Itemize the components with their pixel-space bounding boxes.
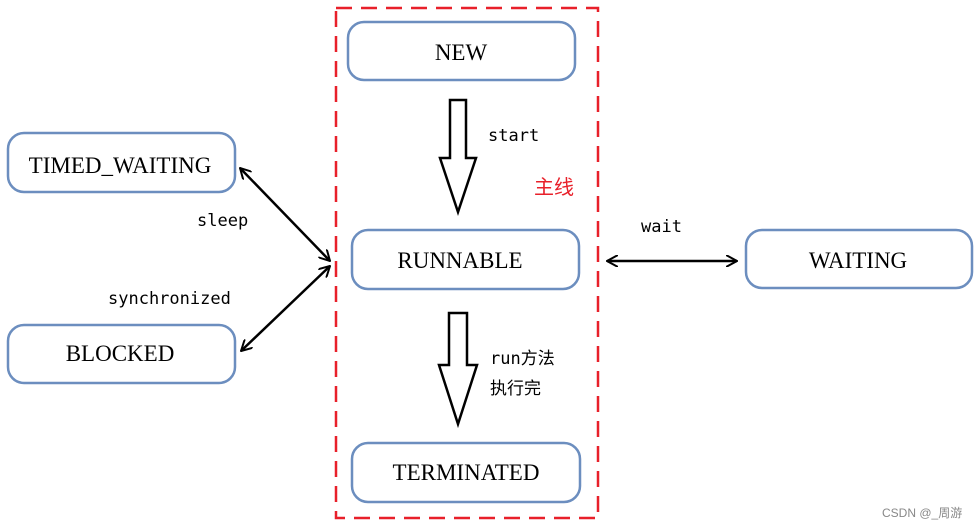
state-blocked: BLOCKED (6, 323, 237, 385)
main-line-label: 主线 (534, 175, 574, 199)
state-runnable: RUNNABLE (350, 228, 581, 291)
state-waiting: WAITING (744, 228, 974, 290)
thread-state-diagram: 主线 NEW TIMED_WAITING RUNNABLE WAITING BL… (6, 6, 974, 520)
state-timed-waiting: TIMED_WAITING (6, 131, 237, 194)
synchronized-label: synchronized (108, 289, 231, 309)
wait-label: wait (641, 217, 682, 237)
start-label: start (488, 126, 539, 146)
run-done-hollow-arrow (437, 311, 479, 429)
watermark: CSDN @_周游 (882, 506, 962, 520)
svg-text:BLOCKED: BLOCKED (66, 341, 175, 366)
run-done-label-line1: run方法 (490, 349, 555, 369)
sleep-double-arrow (240, 168, 330, 261)
svg-text:RUNNABLE: RUNNABLE (397, 248, 522, 273)
svg-text:WAITING: WAITING (809, 248, 907, 273)
state-new: NEW (346, 20, 577, 82)
svg-text:NEW: NEW (435, 40, 488, 65)
synchronized-double-arrow (241, 266, 330, 351)
run-done-label-line2: 执行完 (490, 379, 541, 399)
svg-text:TERMINATED: TERMINATED (393, 460, 540, 485)
svg-text:TIMED_WAITING: TIMED_WAITING (29, 153, 212, 178)
sleep-label: sleep (197, 211, 248, 231)
state-terminated: TERMINATED (350, 441, 582, 504)
start-hollow-arrow (438, 98, 478, 216)
